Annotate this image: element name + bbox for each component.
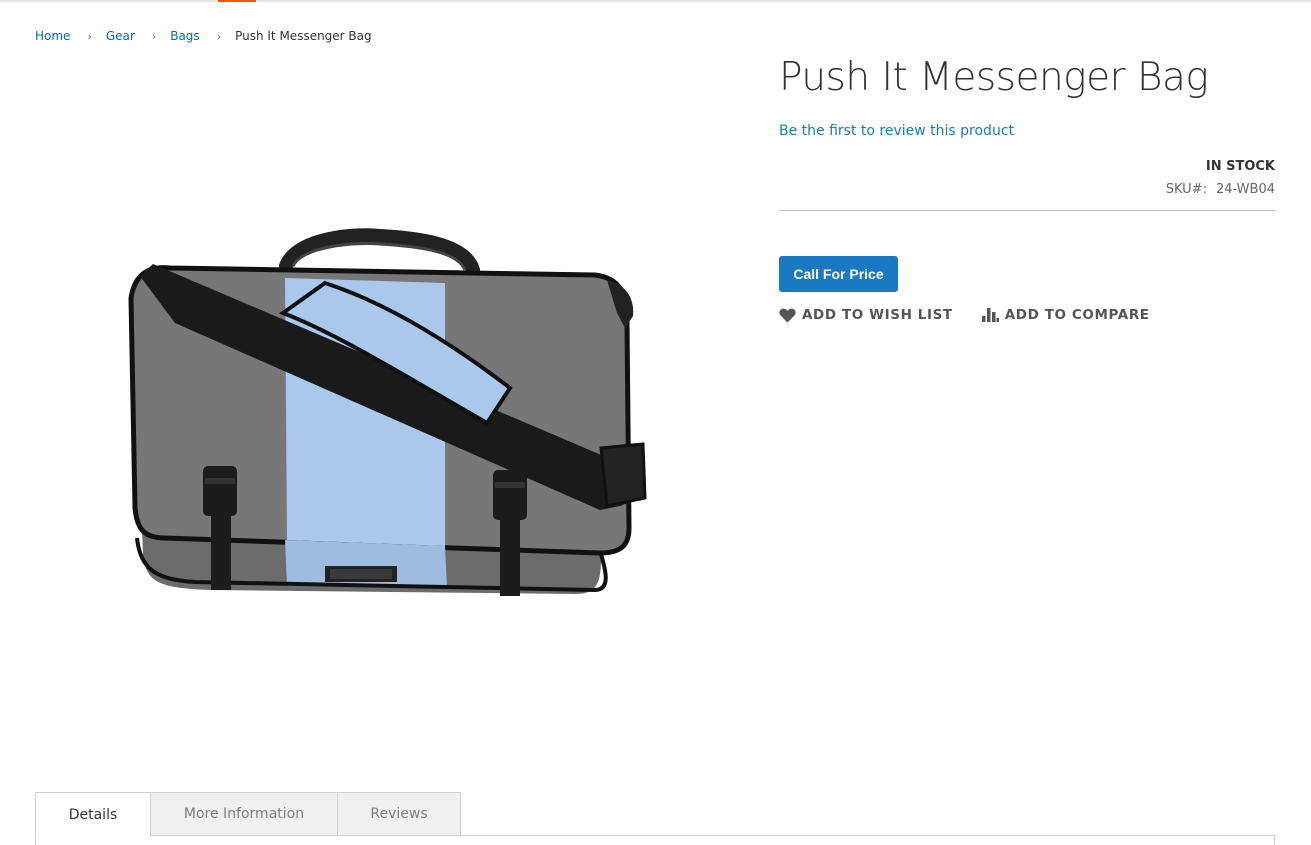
chevron-right-icon: › <box>151 29 157 43</box>
call-for-price-button[interactable]: Call For Price <box>779 256 898 292</box>
add-to-wishlist-label: ADD TO WISH LIST <box>802 307 953 323</box>
tab-reviews[interactable]: Reviews <box>337 792 461 836</box>
breadcrumb: Home › Gear › Bags › Push It Messenger B… <box>35 27 372 45</box>
tab-panel <box>35 835 1275 845</box>
tab-more-information[interactable]: More Information <box>150 792 338 836</box>
chevron-right-icon: › <box>87 29 92 43</box>
write-review-link[interactable]: Be the first to review this product <box>779 123 1014 139</box>
breadcrumb-gear[interactable]: Gear <box>106 29 135 43</box>
divider <box>779 210 1275 211</box>
heart-icon <box>779 308 796 323</box>
breadcrumb-current: Push It Messenger Bag <box>235 29 372 43</box>
product-social-actions: ADD TO WISH LIST ADD TO COMPARE <box>779 307 1150 323</box>
sku-label: SKU#: <box>1165 182 1207 197</box>
product-info-tabs: Details More Information Reviews <box>35 792 461 837</box>
add-to-compare-label: ADD TO COMPARE <box>1004 307 1150 323</box>
add-to-compare-link[interactable]: ADD TO COMPARE <box>981 307 1150 323</box>
product-title: Push It Messenger Bag <box>779 55 1209 100</box>
product-image-gallery[interactable] <box>35 68 725 748</box>
sku-value: 24-WB04 <box>1215 182 1275 197</box>
breadcrumb-home[interactable]: Home <box>35 29 70 43</box>
header-border <box>0 0 1311 2</box>
breadcrumb-bags[interactable]: Bags <box>170 29 199 43</box>
bar-chart-icon <box>981 308 999 322</box>
sku-line: SKU#: 24-WB04 <box>1166 182 1275 197</box>
chevron-right-icon: › <box>216 29 222 43</box>
active-nav-indicator <box>218 0 256 2</box>
stock-status: IN STOCK <box>1205 159 1275 174</box>
messenger-bag-photo <box>128 228 647 596</box>
tab-details[interactable]: Details <box>35 792 151 837</box>
add-to-wishlist-link[interactable]: ADD TO WISH LIST <box>779 307 953 323</box>
